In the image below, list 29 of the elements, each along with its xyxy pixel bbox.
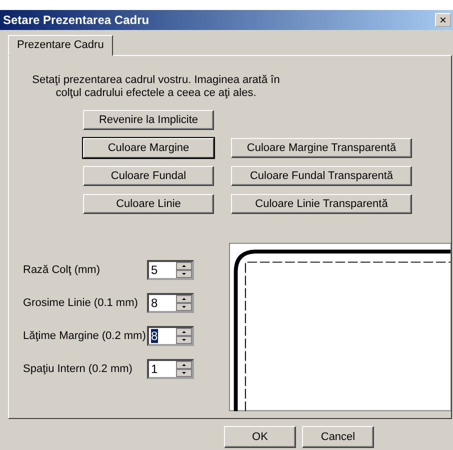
color-button[interactable]: Culoare Linie Transparentă (231, 194, 412, 214)
field-label: Spaţiu Intern (0.2 mm) (23, 363, 134, 375)
spin-arrows-icon[interactable] (176, 328, 192, 344)
field-value: 1 (151, 362, 158, 376)
field-label: Lăţime Margine (0.2 mm) (23, 330, 147, 342)
close-button[interactable]: × (435, 13, 451, 27)
color-button[interactable]: Culoare Margine Transparentă (231, 138, 412, 158)
field-label: Rază Colţ (mm) (23, 264, 102, 276)
color-button[interactable]: Culoare Margine (83, 138, 214, 158)
reset-button[interactable]: Revenire la Implicite (83, 110, 214, 130)
color-button[interactable]: Culoare Linie (83, 194, 214, 214)
field-label: Grosime Linie (0.1 mm) (23, 297, 139, 309)
spin-field[interactable]: 8 (147, 326, 194, 346)
field-value: 8 (151, 296, 158, 310)
color-button[interactable]: Culoare Fundal (83, 166, 214, 186)
window-title: Setare Prezentarea Cadru (3, 13, 150, 27)
field-value: 5 (151, 263, 158, 277)
spin-arrows-icon[interactable] (176, 262, 192, 278)
spin-arrows-icon[interactable] (176, 361, 192, 377)
ok-button[interactable]: OK (224, 426, 296, 448)
description-text: Setaţi prezentarea cadrul vostru. Imaginea arată în colţul cadrului efectele a ceea ce aţi ales. (31, 74, 281, 100)
spin-field[interactable]: 5 (147, 260, 194, 280)
field-value: 8 (151, 329, 158, 343)
spin-arrows-icon[interactable] (176, 295, 192, 311)
spin-field[interactable]: 1 (147, 359, 194, 379)
cancel-button[interactable]: Cancel (302, 426, 374, 448)
spin-field[interactable]: 8 (147, 293, 194, 313)
tab[interactable]: Prezentare Cadru (8, 35, 113, 56)
color-button[interactable]: Culoare Fundal Transparentă (231, 166, 412, 186)
